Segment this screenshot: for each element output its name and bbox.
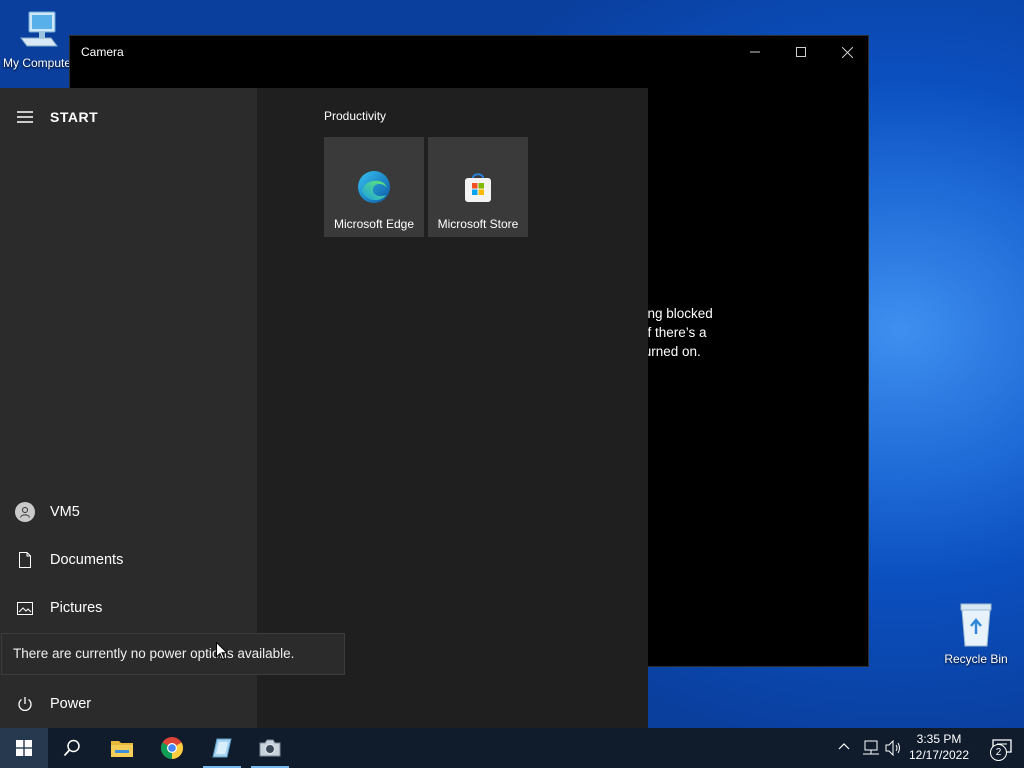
chrome-icon	[161, 737, 183, 759]
power-label: Power	[50, 696, 92, 712]
tile-group-label: Productivity	[324, 109, 387, 123]
mouse-cursor-icon	[216, 642, 228, 661]
power-options-tooltip: There are currently no power options ava…	[1, 633, 345, 675]
file-explorer-icon	[111, 741, 133, 757]
camera-icon	[259, 739, 281, 757]
picture-icon	[17, 601, 33, 615]
documents-label: Documents	[50, 552, 124, 568]
tile-microsoft-store[interactable]: Microsoft Store	[428, 137, 528, 237]
maximize-icon	[796, 47, 806, 57]
recycle-bin-icon	[960, 603, 992, 647]
pictures-label: Pictures	[50, 600, 103, 616]
user-icon	[20, 507, 30, 518]
store-icon	[465, 173, 491, 202]
file-explorer-button[interactable]	[98, 728, 146, 768]
edge-icon	[358, 171, 390, 203]
message-line: : being blocked	[622, 306, 713, 321]
power-item[interactable]: Power	[0, 682, 257, 726]
camera-blocked-message: : being blocked te. If there’s a it’s tu…	[620, 304, 850, 361]
app-icon	[212, 738, 232, 758]
camera-titlebar[interactable]: Camera	[70, 36, 868, 68]
user-name: VM5	[50, 504, 80, 520]
maximize-button[interactable]	[778, 36, 824, 68]
message-line: it’s turned on.	[620, 344, 701, 359]
documents-item[interactable]: Documents	[0, 538, 257, 582]
show-hidden-icons-chevron-icon[interactable]	[838, 740, 850, 754]
minimize-icon	[750, 51, 760, 53]
close-icon	[841, 46, 853, 58]
search-icon	[63, 739, 80, 757]
computer-icon	[20, 11, 58, 47]
volume-icon[interactable]	[885, 739, 903, 761]
minimize-button[interactable]	[732, 36, 778, 68]
start-header[interactable]: START	[0, 102, 257, 132]
start-label: START	[50, 109, 99, 125]
hamburger-menu-icon[interactable]	[0, 111, 50, 123]
chrome-button[interactable]	[148, 728, 196, 768]
clock-date: 12/17/2022	[908, 748, 970, 762]
close-button[interactable]	[824, 36, 870, 68]
network-icon[interactable]	[862, 740, 880, 761]
user-account-item[interactable]: VM5	[0, 490, 257, 534]
my-computer-label: My Computer	[2, 56, 76, 70]
start-menu-left-rail: START VM5 Documents Pictures Power	[0, 88, 257, 728]
tile-label: Microsoft Edge	[333, 217, 415, 231]
document-icon	[19, 552, 31, 568]
avatar	[15, 502, 35, 522]
recycle-bin-label: Recycle Bin	[944, 652, 1008, 666]
start-button[interactable]	[0, 728, 48, 768]
tile-label: Microsoft Store	[437, 217, 519, 231]
power-icon	[18, 697, 32, 711]
clock-time: 3:35 PM	[916, 732, 962, 746]
message-line: te. If there’s a	[625, 325, 707, 340]
windows-start-icon	[16, 740, 32, 756]
notification-count-badge: 2	[990, 744, 1007, 761]
pictures-item[interactable]: Pictures	[0, 586, 257, 630]
running-app-button[interactable]	[198, 728, 246, 768]
recycle-bin-desktop-icon[interactable]: Recycle Bin	[938, 600, 1014, 666]
search-button[interactable]	[48, 728, 96, 768]
my-computer-desktop-icon[interactable]: My Computer	[0, 8, 78, 70]
start-menu: START VM5 Documents Pictures Power Produ…	[0, 88, 648, 728]
camera-window-title: Camera	[81, 45, 124, 59]
clock[interactable]: 3:35 PM 12/17/2022	[906, 731, 972, 763]
taskbar: 3:35 PM 12/17/2022 2	[0, 728, 1024, 768]
camera-app-button[interactable]	[246, 728, 294, 768]
tile-microsoft-edge[interactable]: Microsoft Edge	[324, 137, 424, 237]
